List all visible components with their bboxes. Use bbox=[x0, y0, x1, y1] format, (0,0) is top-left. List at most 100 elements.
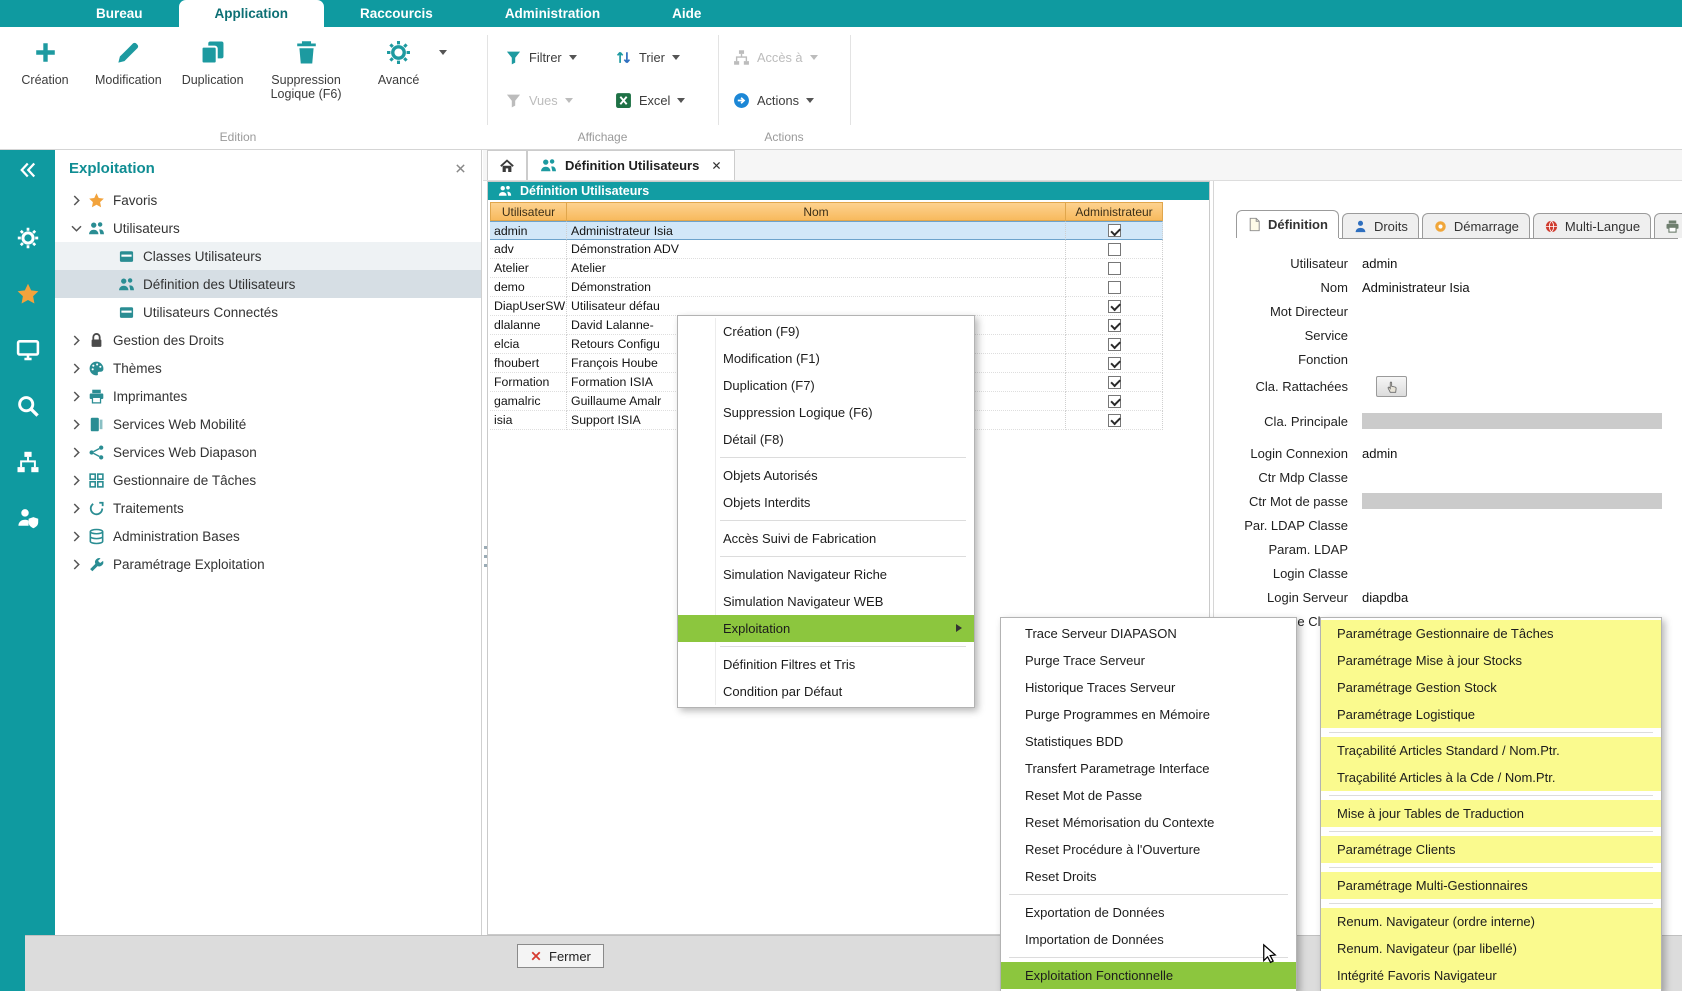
admin-checkbox[interactable] bbox=[1108, 243, 1121, 256]
table-row[interactable]: demo Démonstration bbox=[490, 278, 1163, 297]
submenu-item[interactable]: Reset Mémorisation du Contexte bbox=[1001, 809, 1296, 836]
tree-item[interactable]: Gestion des Droits bbox=[55, 326, 481, 354]
submenu-item[interactable]: Exploitation Fonctionnelle bbox=[1001, 962, 1296, 989]
admin-checkbox[interactable] bbox=[1108, 224, 1121, 237]
fermer-button[interactable]: Fermer bbox=[517, 944, 604, 968]
tree-item[interactable]: Traitements bbox=[55, 494, 481, 522]
submenu-item[interactable]: Paramétrage Logistique bbox=[1321, 701, 1661, 728]
submenu-item[interactable]: Historique Traces Serveur bbox=[1001, 674, 1296, 701]
search-icon[interactable] bbox=[16, 394, 40, 418]
detail-tab[interactable]: Multi-Langue bbox=[1533, 213, 1651, 238]
tree-item[interactable]: Gestionnaire de Tâches bbox=[55, 466, 481, 494]
column-header-administrateur[interactable]: Administrateur bbox=[1066, 202, 1163, 221]
chev-down-icon[interactable] bbox=[69, 221, 84, 236]
ribbon-button[interactable]: Trier bbox=[615, 45, 725, 69]
admin-checkbox[interactable] bbox=[1108, 262, 1121, 275]
submenu-item[interactable]: Transfert Parametrage Interface bbox=[1001, 755, 1296, 782]
submenu-item[interactable]: Importation de Données bbox=[1001, 926, 1296, 953]
chev-right-icon[interactable] bbox=[69, 193, 84, 208]
admin-checkbox[interactable] bbox=[1108, 357, 1121, 370]
submenu-item[interactable]: Trace Serveur DIAPASON bbox=[1001, 620, 1296, 647]
admin-checkbox[interactable] bbox=[1108, 281, 1121, 294]
submenu-item[interactable]: Reset Procédure à l'Ouverture bbox=[1001, 836, 1296, 863]
orgchart-icon[interactable] bbox=[16, 450, 40, 474]
detail-tab[interactable]: Droits bbox=[1342, 213, 1419, 238]
table-row[interactable]: admin Administrateur Isia bbox=[490, 221, 1163, 240]
submenu-item[interactable]: Purge Programmes en Mémoire bbox=[1001, 701, 1296, 728]
context-menu-item[interactable]: Création (F9) bbox=[678, 318, 974, 345]
menubar-tab[interactable]: Aide bbox=[636, 0, 737, 27]
submenu-item[interactable]: Paramétrage Gestion Stock bbox=[1321, 674, 1661, 701]
chev-right-icon[interactable] bbox=[69, 557, 84, 572]
submenu-item[interactable]: Paramétrage Multi-Gestionnaires bbox=[1321, 872, 1661, 899]
ribbon-button[interactable]: Création bbox=[10, 35, 80, 101]
tree-item[interactable]: Paramétrage Exploitation bbox=[55, 550, 481, 578]
submenu-item[interactable]: Exportation de Données bbox=[1001, 899, 1296, 926]
context-menu-item[interactable]: Simulation Navigateur Riche bbox=[678, 561, 974, 588]
field-value[interactable]: admin bbox=[1362, 446, 1397, 461]
chev-right-icon[interactable] bbox=[69, 529, 84, 544]
gear-icon[interactable] bbox=[16, 226, 40, 250]
caret-down-icon[interactable] bbox=[677, 98, 685, 103]
tree-item[interactable]: Services Web Diapason bbox=[55, 438, 481, 466]
context-menu-item[interactable]: Suppression Logique (F6) bbox=[678, 399, 974, 426]
tree-item[interactable]: Thèmes bbox=[55, 354, 481, 382]
tree-item[interactable]: Utilisateurs bbox=[55, 214, 481, 242]
detail-tab[interactable]: Gestion bbox=[1654, 213, 1682, 238]
submenu-item[interactable]: Traçabilité Articles à la Cde / Nom.Ptr. bbox=[1321, 764, 1661, 791]
admin-checkbox[interactable] bbox=[1108, 376, 1121, 389]
context-menu-item[interactable]: Objets Interdits bbox=[678, 489, 974, 516]
submenu-item[interactable]: Reset Mot de Passe bbox=[1001, 782, 1296, 809]
chev-right-icon[interactable] bbox=[69, 445, 84, 460]
context-menu-item[interactable]: Duplication (F7) bbox=[678, 372, 974, 399]
caret-down-icon[interactable] bbox=[806, 98, 814, 103]
chev-right-icon[interactable] bbox=[69, 417, 84, 432]
ribbon-button[interactable]: Accès à bbox=[733, 45, 818, 69]
chev-right-icon[interactable] bbox=[69, 333, 84, 348]
caret-down-icon[interactable] bbox=[672, 55, 680, 60]
panel-splitter[interactable] bbox=[483, 540, 488, 586]
ribbon-button[interactable]: Duplication bbox=[177, 35, 249, 101]
admin-checkbox[interactable] bbox=[1108, 300, 1121, 313]
tree-item[interactable]: Utilisateurs Connectés bbox=[55, 298, 481, 326]
submenu-item[interactable]: Paramétrage Mise à jour Stocks bbox=[1321, 647, 1661, 674]
submenu-item[interactable]: Mise à jour Tables de Traduction bbox=[1321, 800, 1661, 827]
submenu-item[interactable]: Purge Trace Serveur bbox=[1001, 647, 1296, 674]
chev-right-icon[interactable] bbox=[69, 473, 84, 488]
tree-item[interactable]: Services Web Mobilité bbox=[55, 410, 481, 438]
chev-right-icon[interactable] bbox=[69, 501, 84, 516]
table-row[interactable]: adv Démonstration ADV bbox=[490, 240, 1163, 259]
field-value[interactable]: admin bbox=[1362, 256, 1397, 271]
submenu-item[interactable]: Intégrité Favoris Navigateur bbox=[1321, 962, 1661, 989]
star-icon[interactable] bbox=[16, 282, 40, 306]
caret-down-icon[interactable] bbox=[810, 55, 818, 60]
caret-down-icon[interactable] bbox=[565, 98, 573, 103]
submenu-item[interactable]: Statistiques BDD bbox=[1001, 728, 1296, 755]
ribbon-button[interactable]: Actions bbox=[733, 88, 818, 112]
admin-checkbox[interactable] bbox=[1108, 395, 1121, 408]
menubar-tab[interactable]: Bureau bbox=[60, 0, 179, 27]
close-icon[interactable] bbox=[454, 162, 467, 175]
tree-item[interactable]: Définition des Utilisateurs bbox=[55, 270, 481, 298]
context-menu-item[interactable]: Simulation Navigateur WEB bbox=[678, 588, 974, 615]
close-icon[interactable] bbox=[711, 160, 722, 171]
table-row[interactable]: DiapUserSW Utilisateur défau bbox=[490, 297, 1163, 316]
field-value[interactable]: Administrateur Isia bbox=[1362, 280, 1470, 295]
classes-picker-button[interactable] bbox=[1376, 376, 1407, 397]
detail-tab[interactable]: Démarrage bbox=[1422, 213, 1530, 238]
collapse-icon[interactable] bbox=[18, 160, 38, 180]
submenu-item[interactable]: Reset Droits bbox=[1001, 863, 1296, 890]
context-menu-item[interactable]: Accès Suivi de Fabrication bbox=[678, 525, 974, 552]
monitor-icon[interactable] bbox=[16, 338, 40, 362]
submenu-item[interactable]: Renum. Navigateur (par libellé) bbox=[1321, 935, 1661, 962]
ribbon-button[interactable]: Excel bbox=[615, 88, 725, 112]
submenu-item[interactable]: Traçabilité Articles Standard / Nom.Ptr. bbox=[1321, 737, 1661, 764]
ribbon-button[interactable]: Suppression Logique (F6) bbox=[259, 35, 354, 101]
ribbon-button[interactable]: Avancé bbox=[364, 35, 434, 101]
admin-checkbox[interactable] bbox=[1108, 338, 1121, 351]
context-menu-item[interactable]: Définition Filtres et Tris bbox=[678, 651, 974, 678]
ribbon-button[interactable]: Vues bbox=[505, 88, 615, 112]
menubar-tab[interactable]: Raccourcis bbox=[324, 0, 469, 27]
column-header-utilisateur[interactable]: Utilisateur bbox=[490, 202, 567, 221]
tree-item[interactable]: Favoris bbox=[55, 186, 481, 214]
